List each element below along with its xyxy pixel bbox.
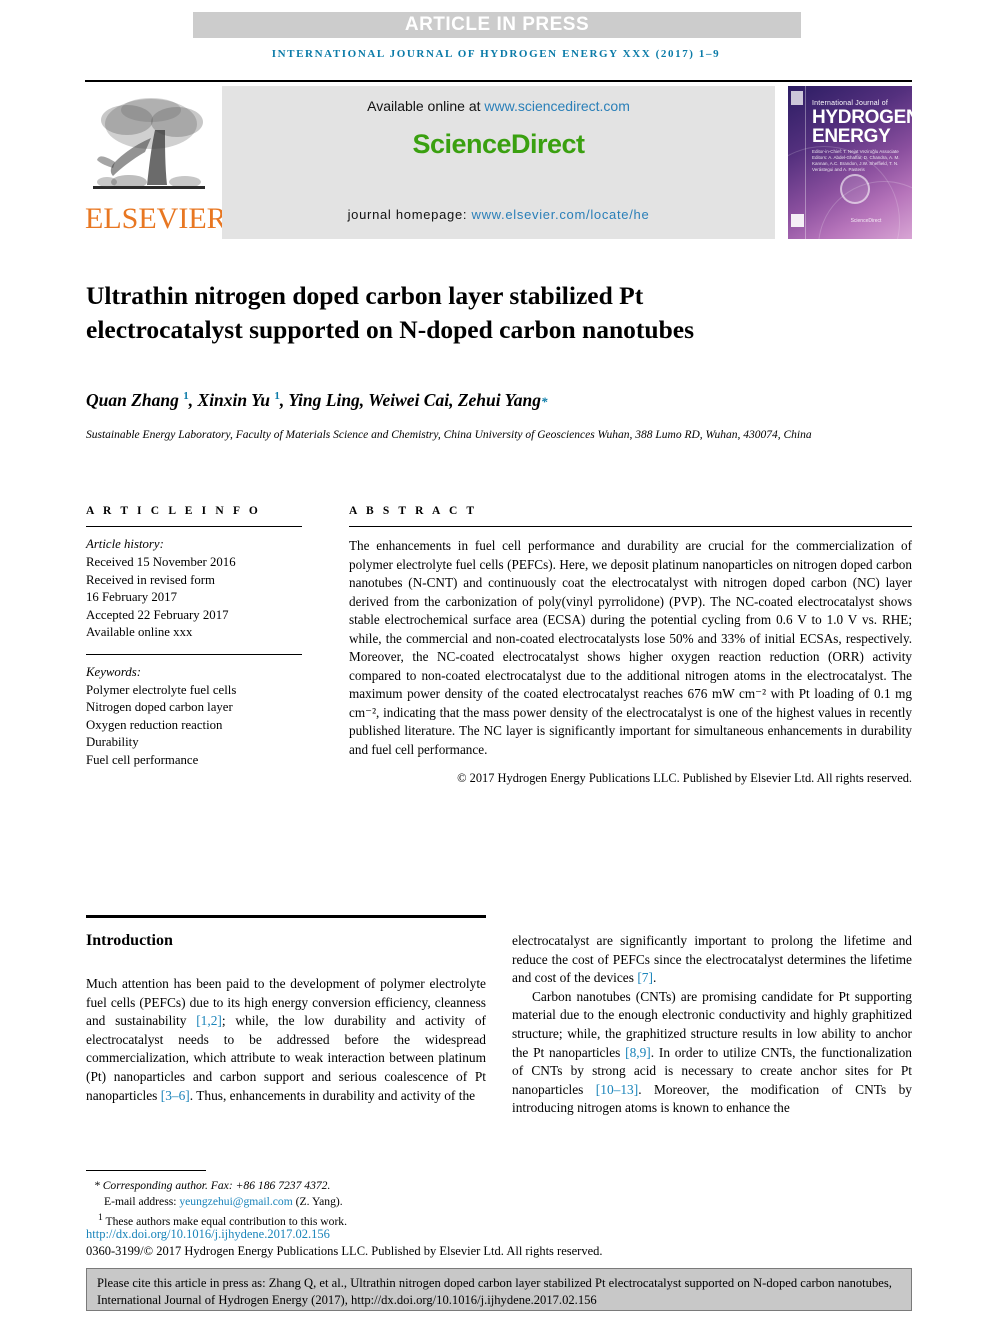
journal-running-head: INTERNATIONAL JOURNAL OF HYDROGEN ENERGY… — [271, 48, 721, 60]
introduction-heading: Introduction — [86, 932, 173, 949]
article-info-heading: A R T I C L E I N F O — [86, 505, 261, 517]
introduction-paragraph: electrocatalyst are significantly import… — [512, 933, 912, 986]
article-in-press-banner: ARTICLE IN PRESS — [193, 12, 801, 38]
journal-cover-thumbnail: International Journal of HYDROGEN ENERGY… — [788, 86, 912, 239]
introduction-right-column: electrocatalyst are significantly import… — [512, 932, 912, 1118]
keyword-item: Polymer electrolyte fuel cells — [86, 682, 237, 697]
keywords-rule — [86, 653, 302, 655]
cover-editors-text: Editor-in-Chief: T. Nejat Veziroğlu Asso… — [812, 149, 900, 172]
elsevier-tree-icon — [93, 98, 205, 189]
article-history-item: Available online xxx — [86, 625, 193, 640]
article-history-item: Received in revised form — [86, 572, 215, 587]
cite-this-article-box: Please cite this article in press as: Zh… — [86, 1268, 912, 1311]
keywords-block: Keywords: Polymer electrolyte fuel cells… — [86, 664, 302, 770]
abstract-column: A B S T R A C T The enhancements in fuel… — [349, 505, 912, 787]
available-online-prefix: Available online at — [367, 98, 485, 114]
cover-journal-prefix: International Journal of — [812, 100, 889, 107]
cover-ring-decoration — [840, 174, 870, 204]
article-info-rule — [86, 526, 302, 528]
introduction-rule — [86, 915, 486, 919]
abstract-rule — [349, 526, 912, 528]
keywords-label: Keywords: — [86, 664, 141, 679]
author-list: Quan Zhang 1, Xinxin Yu 1, Ying Ling, We… — [86, 390, 548, 410]
cover-sciencedirect-mark: ScienceDirect — [850, 218, 882, 224]
footnote-rule — [86, 1170, 206, 1172]
sciencedirect-url-link[interactable]: www.sciencedirect.com — [484, 98, 630, 114]
sciencedirect-panel: Available online at www.sciencedirect.co… — [222, 86, 775, 239]
elsevier-logo: ELSEVIER — [85, 86, 227, 239]
introduction-left-column: Much attention has been paid to the deve… — [86, 976, 486, 1103]
journal-homepage-prefix: journal homepage: — [347, 207, 472, 222]
doi-link[interactable]: http://dx.doi.org/10.1016/j.ijhydene.201… — [86, 1227, 330, 1242]
article-history-label: Article history: — [86, 537, 164, 552]
author-affiliation: Sustainable Energy Laboratory, Faculty o… — [86, 429, 812, 441]
article-info-column: A R T I C L E I N F O Article history: R… — [86, 505, 302, 770]
keyword-item: Oxygen reduction reaction — [86, 717, 223, 732]
keyword-item: Durability — [86, 735, 139, 750]
cover-headline-energy: ENERGY — [812, 126, 891, 147]
abstract-heading: A B S T R A C T — [349, 505, 478, 517]
journal-homepage-line: journal homepage: www.elsevier.com/locat… — [222, 207, 775, 222]
article-title: Ultrathin nitrogen doped carbon layer st… — [86, 281, 695, 345]
sciencedirect-wordmark: ScienceDirect — [412, 129, 585, 159]
available-online-line: Available online at www.sciencedirect.co… — [222, 98, 775, 114]
masthead-top-rule — [85, 80, 912, 82]
introduction-paragraph: Carbon nanotubes (CNTs) are promising ca… — [512, 988, 912, 1116]
elsevier-wordmark: ELSEVIER — [85, 202, 227, 235]
email-address-note[interactable]: E-mail address: yeungzehui@gmail.com (Z.… — [86, 1194, 646, 1210]
cover-elsevier-mark-icon — [791, 91, 803, 105]
abstract-copyright: © 2017 Hydrogen Energy Publications LLC.… — [457, 771, 912, 786]
article-history-item: 16 February 2017 — [86, 590, 177, 605]
corresponding-author-note: * Corresponding author. Fax: +86 186 723… — [94, 1179, 331, 1192]
article-history-item: Received 15 November 2016 — [86, 554, 236, 569]
journal-homepage-link[interactable]: www.elsevier.com/locate/he — [472, 207, 650, 222]
issn-copyright-line: 0360-3199/© 2017 Hydrogen Energy Publica… — [86, 1244, 603, 1258]
keyword-item: Nitrogen doped carbon layer — [86, 700, 233, 715]
keyword-item: Fuel cell performance — [86, 752, 199, 767]
article-history-item: Accepted 22 February 2017 — [86, 607, 229, 622]
article-in-press-label: ARTICLE IN PRESS — [404, 14, 590, 35]
article-history-block: Article history: Received 15 November 20… — [86, 536, 302, 642]
cite-this-article-text: Please cite this article in press as: Zh… — [97, 1276, 892, 1307]
abstract-text: The enhancements in fuel cell performanc… — [349, 538, 912, 757]
cover-spine-line — [805, 86, 806, 239]
journal-masthead: ELSEVIER Available online at www.science… — [85, 86, 912, 241]
cover-ihe-mark-icon — [791, 214, 804, 227]
cover-headline-hydrogen: HYDROGEN — [812, 107, 912, 128]
footnote-block: * Corresponding author. Fax: +86 186 723… — [86, 1178, 646, 1229]
